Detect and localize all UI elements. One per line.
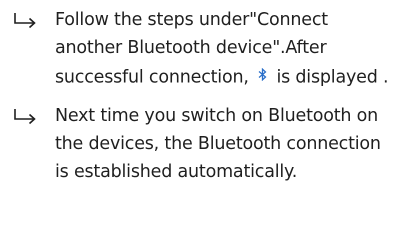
instruction-step-connect: Follow the steps under"Connect another B… bbox=[12, 6, 392, 93]
step-text-after: is displayed . bbox=[271, 67, 389, 88]
right-hook-arrow-icon bbox=[12, 102, 40, 130]
instruction-list: Follow the steps under"Connect another B… bbox=[12, 6, 392, 186]
instruction-step-auto-connect: Next time you switch on Bluetooth on the… bbox=[12, 102, 392, 186]
right-hook-arrow-icon bbox=[12, 6, 40, 34]
bluetooth-icon bbox=[258, 62, 267, 90]
step-text: Next time you switch on Bluetooth on the… bbox=[55, 106, 381, 182]
